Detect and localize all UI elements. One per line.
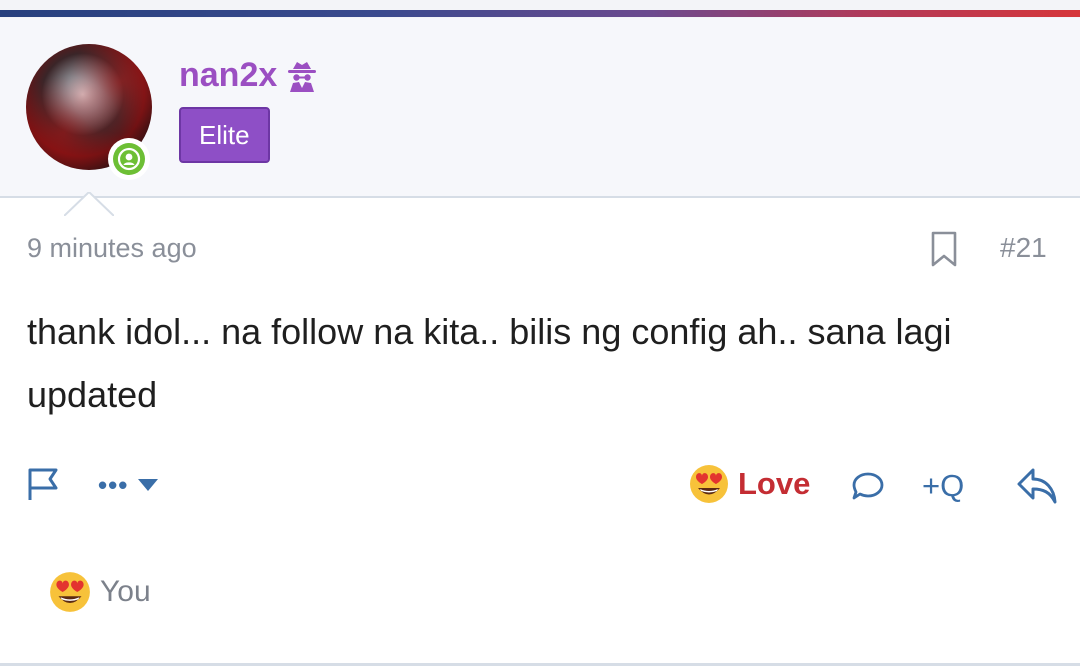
reply-icon[interactable] [1016, 466, 1058, 506]
more-options-button[interactable]: ••• [98, 468, 159, 502]
header-pointer [64, 192, 114, 218]
post-timestamp[interactable]: 9 minutes ago [27, 233, 197, 264]
spy-icon [285, 59, 319, 93]
reaction-love-label: Love [738, 466, 811, 501]
reaction-love-button[interactable]: Love [688, 462, 810, 506]
multi-quote-button[interactable]: +Q [922, 466, 964, 506]
chevron-down-icon [138, 479, 159, 491]
post-number-link[interactable]: #21 [1000, 232, 1047, 264]
report-flag-icon[interactable] [26, 466, 62, 502]
username-link[interactable]: nan2x [179, 56, 319, 95]
user-title-badge: Elite [179, 107, 270, 163]
reactions-summary[interactable]: You [48, 570, 151, 614]
heart-eyes-emoji-icon [690, 465, 728, 503]
top-accent-bar [0, 0, 1080, 18]
online-status-badge [108, 138, 150, 180]
post-action-bar: ••• Love +Q [0, 460, 1080, 510]
post-user-header: nan2x Elite [0, 18, 1080, 218]
comment-icon[interactable] [850, 468, 886, 504]
gradient-stripe [0, 10, 1080, 17]
user-status-icon [113, 143, 145, 175]
more-options-dots: ••• [98, 469, 129, 500]
post-message: thank idol... na follow na kita.. bilis … [27, 311, 952, 415]
heart-eyes-emoji-icon [50, 572, 90, 612]
username-text: nan2x [179, 56, 278, 94]
reactions-summary-label: You [100, 575, 151, 608]
post-divider [0, 663, 1080, 666]
bookmark-icon[interactable] [930, 230, 958, 268]
